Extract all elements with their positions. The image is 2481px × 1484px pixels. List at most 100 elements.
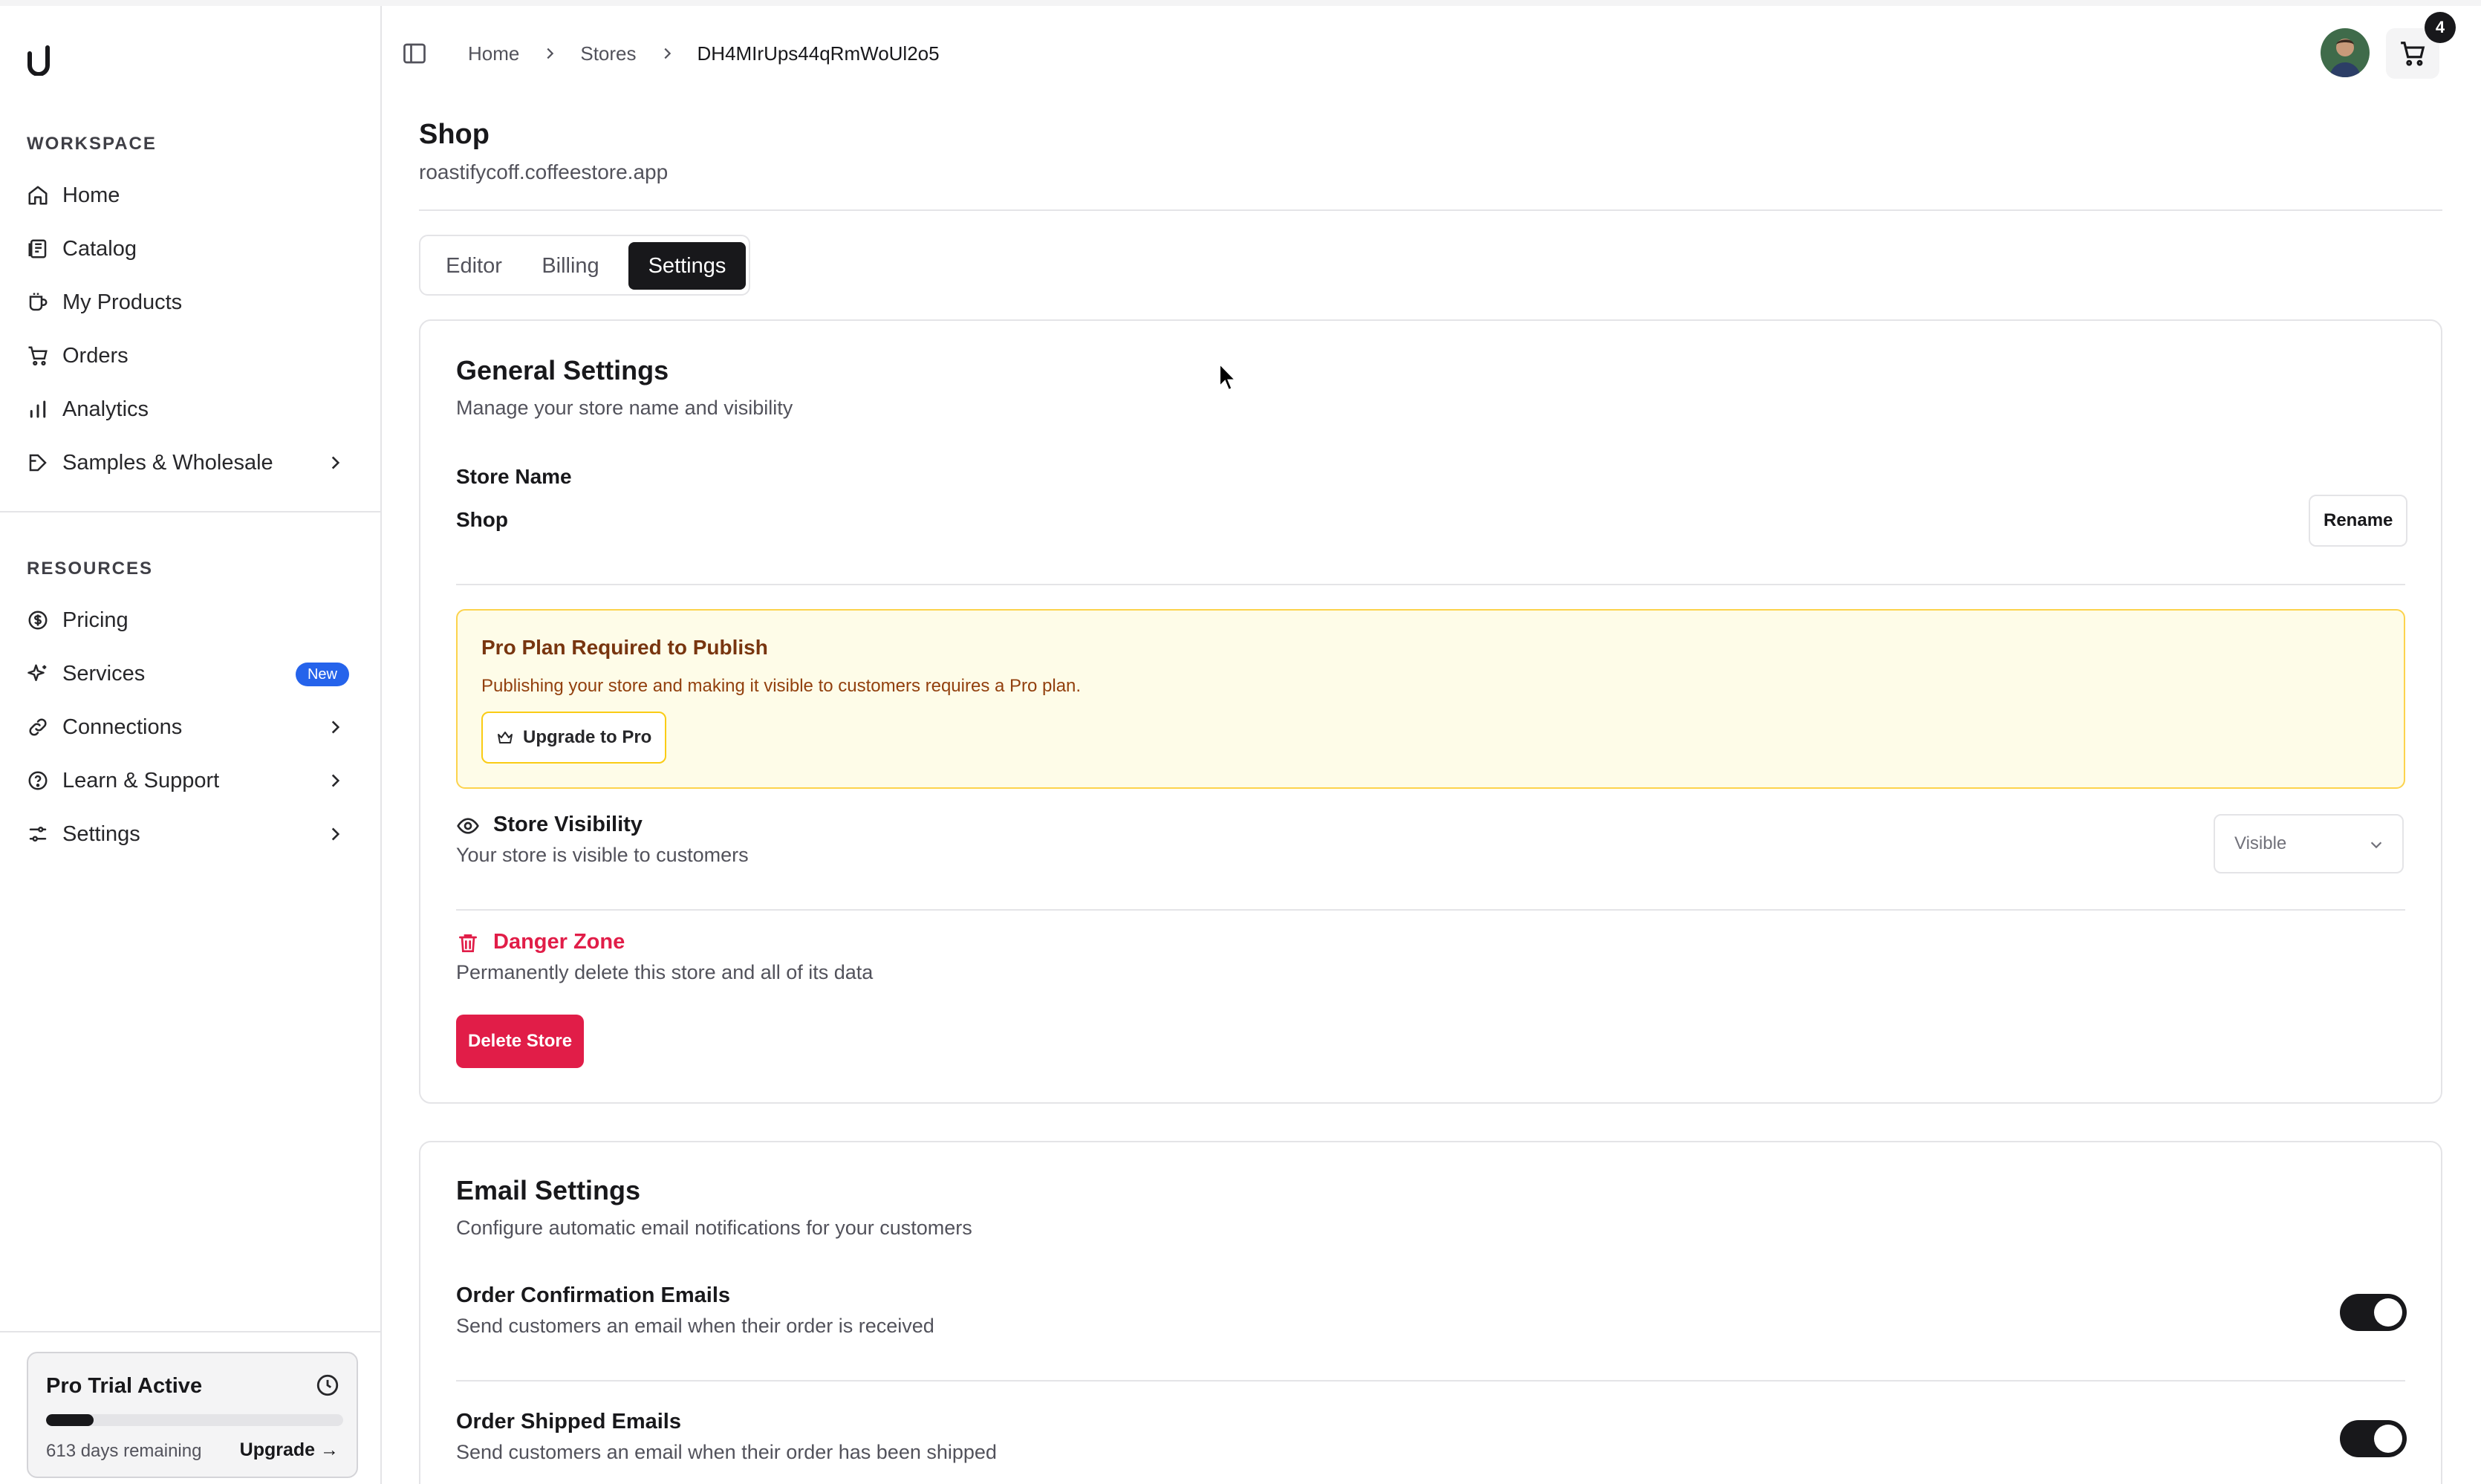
trial-upgrade-link[interactable]: Upgrade → xyxy=(240,1439,339,1461)
order-confirmation-toggle[interactable] xyxy=(2340,1294,2407,1331)
trial-days-remaining: 613 days remaining xyxy=(46,1441,202,1461)
sidebar-item-settings[interactable]: Settings xyxy=(15,811,360,857)
chevron-right-icon xyxy=(663,48,671,59)
sidebar: WORKSPACE Home Catalog My Products Order… xyxy=(0,6,382,1484)
sidebar-item-analytics[interactable]: Analytics xyxy=(15,386,360,432)
chevron-right-icon xyxy=(331,774,340,787)
mug-icon xyxy=(25,290,51,315)
trash-icon xyxy=(459,934,477,952)
sidebar-item-label: Samples & Wholesale xyxy=(62,450,273,475)
crown-icon xyxy=(498,732,513,743)
email-settings-subtitle: Configure automatic email notifications … xyxy=(456,1217,972,1239)
store-visibility-title: Store Visibility xyxy=(493,813,643,836)
link-icon xyxy=(25,715,51,740)
delete-store-button[interactable]: Delete Store xyxy=(456,1015,585,1068)
bar-chart-icon xyxy=(25,397,51,422)
visibility-select[interactable]: Visible xyxy=(2214,814,2404,873)
package-icon xyxy=(25,450,51,475)
visibility-select-value: Visible xyxy=(2234,833,2287,853)
sidebar-item-label: Orders xyxy=(62,343,129,368)
tab-editor[interactable]: Editor xyxy=(426,242,521,290)
email-settings-title: Email Settings xyxy=(456,1175,641,1205)
breadcrumb: Home Stores DH4MIrUps44qRmWoUl2o5 xyxy=(468,40,940,67)
chevron-right-icon xyxy=(331,827,340,841)
tab-billing[interactable]: Billing xyxy=(523,242,618,290)
trial-progress-bar xyxy=(46,1414,343,1426)
sidebar-divider xyxy=(0,511,380,512)
workspace-section-label: WORKSPACE xyxy=(27,134,157,154)
sidebar-item-pricing[interactable]: Pricing xyxy=(15,597,360,643)
chevron-down-icon xyxy=(2370,842,2382,849)
page-title: Shop xyxy=(419,119,490,150)
upgrade-to-pro-button[interactable]: Upgrade to Pro xyxy=(481,712,667,764)
trial-title: Pro Trial Active xyxy=(46,1374,203,1398)
sidebar-item-label: Catalog xyxy=(62,236,137,261)
sidebar-item-label: My Products xyxy=(62,290,183,314)
breadcrumb-current-store: DH4MIrUps44qRmWoUl2o5 xyxy=(697,42,940,65)
sidebar-item-services[interactable]: Services New xyxy=(15,651,360,697)
brand-logo-icon[interactable] xyxy=(24,43,53,76)
chevron-right-icon xyxy=(331,720,340,734)
home-icon xyxy=(25,183,51,208)
chevron-right-icon xyxy=(547,48,554,59)
sidebar-divider xyxy=(0,1331,380,1332)
alert-title: Pro Plan Required to Publish xyxy=(481,636,768,659)
clock-icon xyxy=(316,1374,339,1396)
upgrade-to-pro-label: Upgrade to Pro xyxy=(523,727,652,747)
order-shipped-subtitle: Send customers an email when their order… xyxy=(456,1441,997,1463)
eye-icon xyxy=(457,818,479,834)
card-divider xyxy=(456,584,2405,585)
chevron-right-icon xyxy=(331,456,340,469)
general-settings-subtitle: Manage your store name and visibility xyxy=(456,397,793,419)
tab-bar: Editor Billing Settings xyxy=(419,235,750,296)
breadcrumb-stores[interactable]: Stores xyxy=(580,42,636,65)
sidebar-toggle-icon[interactable] xyxy=(401,40,428,67)
store-visibility-subtitle: Your store is visible to customers xyxy=(456,844,749,866)
sparkle-icon xyxy=(25,661,51,686)
catalog-icon xyxy=(25,236,51,261)
general-settings-title: General Settings xyxy=(456,355,669,385)
sidebar-item-label: Analytics xyxy=(62,397,149,421)
sidebar-item-label: Connections xyxy=(62,715,183,739)
email-settings-card: Email Settings Configure automatic email… xyxy=(419,1141,2442,1484)
order-confirmation-subtitle: Send customers an email when their order… xyxy=(456,1315,934,1337)
toggle-knob xyxy=(2374,1425,2402,1453)
order-shipped-toggle[interactable] xyxy=(2340,1420,2407,1457)
toggle-knob xyxy=(2374,1298,2402,1327)
avatar[interactable] xyxy=(2321,28,2370,77)
sidebar-item-label: Home xyxy=(62,183,120,207)
resources-section-label: RESOURCES xyxy=(27,559,154,579)
new-badge: New xyxy=(295,663,349,686)
store-name-label: Store Name xyxy=(456,465,572,488)
dollar-icon xyxy=(25,608,51,633)
pro-plan-alert: Pro Plan Required to Publish Publishing … xyxy=(456,609,2405,789)
cart-count-badge: 4 xyxy=(2425,12,2456,43)
sidebar-item-learn-support[interactable]: Learn & Support xyxy=(15,758,360,804)
store-name-value: Shop xyxy=(456,508,508,531)
breadcrumb-home[interactable]: Home xyxy=(468,42,519,65)
cart-icon xyxy=(25,343,51,368)
order-confirmation-title: Order Confirmation Emails xyxy=(456,1283,731,1307)
sidebar-item-my-products[interactable]: My Products xyxy=(15,279,360,325)
sidebar-item-label: Pricing xyxy=(62,608,129,632)
sidebar-item-catalog[interactable]: Catalog xyxy=(15,226,360,272)
window-top-edge xyxy=(0,0,2481,6)
help-icon xyxy=(25,768,51,793)
cart-icon xyxy=(2401,42,2425,66)
sidebar-item-connections[interactable]: Connections xyxy=(15,704,360,750)
header-divider xyxy=(419,209,2442,211)
danger-zone-title: Danger Zone xyxy=(493,930,625,954)
mouse-cursor-icon xyxy=(1219,362,1238,391)
rename-button[interactable]: Rename xyxy=(2309,495,2408,547)
sidebar-item-home[interactable]: Home xyxy=(15,172,360,218)
pro-trial-card: Pro Trial Active 613 days remaining Upgr… xyxy=(27,1352,358,1478)
sidebar-item-samples-wholesale[interactable]: Samples & Wholesale xyxy=(15,440,360,486)
sliders-icon xyxy=(25,821,51,847)
sidebar-item-orders[interactable]: Orders xyxy=(15,333,360,379)
danger-zone-subtitle: Permanently delete this store and all of… xyxy=(456,961,874,983)
general-settings-card: General Settings Manage your store name … xyxy=(419,319,2442,1104)
alert-text: Publishing your store and making it visi… xyxy=(481,676,1082,696)
sidebar-item-label: Learn & Support xyxy=(62,768,220,793)
tab-settings[interactable]: Settings xyxy=(628,242,746,290)
card-divider xyxy=(456,1380,2405,1382)
